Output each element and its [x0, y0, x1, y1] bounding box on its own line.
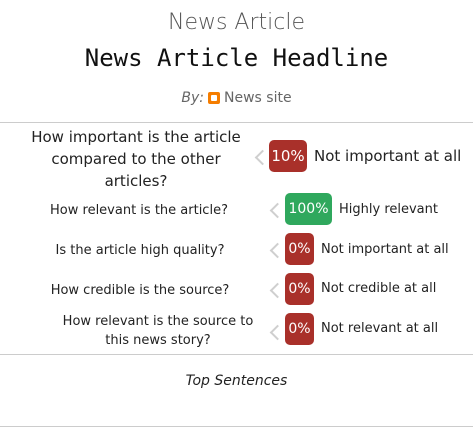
article-header: News Article News Article Headline By: Ne… — [0, 0, 473, 122]
rating-answer: Not important at all — [321, 242, 449, 257]
header-divider — [0, 122, 473, 123]
top-sentences-heading: Top Sentences — [185, 373, 288, 389]
rating-answer: Not credible at all — [321, 281, 437, 296]
rating-row-quality: Is the article high quality? 0% Not impo… — [0, 230, 473, 270]
rating-question: How credible is the source? — [50, 283, 230, 298]
by-label: By: — [181, 90, 205, 106]
blogger-icon — [208, 92, 221, 104]
rating-answer: Not relevant at all — [321, 321, 439, 336]
rating-question: How relevant is the source to this news … — [62, 314, 254, 348]
byline: By: News site — [0, 90, 473, 106]
section-title: News Article — [167, 10, 306, 35]
rating-question: How relevant is the article? — [50, 203, 228, 218]
chevron-left-icon[interactable] — [269, 202, 286, 219]
rating-row-importance: How important is the article compared to… — [0, 124, 473, 190]
chevron-left-icon[interactable] — [269, 324, 286, 341]
chevron-left-icon[interactable] — [254, 149, 271, 166]
rating-row-source-relevance: How relevant is the source to this news … — [0, 310, 473, 354]
rating-score-badge: 100% — [285, 193, 332, 225]
chevron-left-icon[interactable] — [269, 282, 286, 299]
rating-score-badge: 0% — [285, 313, 314, 345]
rating-score-badge: 0% — [285, 273, 314, 305]
article-headline: News Article Headline — [84, 44, 389, 72]
rating-score-badge: 0% — [285, 233, 314, 265]
rating-row-relevance: How relevant is the article? 100% Highly… — [0, 190, 473, 230]
rating-answer: Not important at all — [314, 147, 462, 165]
rating-score-badge: 10% — [269, 140, 307, 172]
rating-row-credibility: How credible is the source? 0% Not credi… — [0, 270, 473, 310]
rating-question: How important is the article compared to… — [31, 128, 241, 190]
rating-answer: Highly relevant — [339, 202, 438, 217]
site-name[interactable]: News site — [224, 90, 292, 106]
rating-question: Is the article high quality? — [55, 243, 225, 258]
chevron-left-icon[interactable] — [269, 242, 286, 259]
ratings-divider — [0, 354, 473, 355]
footer-divider — [0, 426, 473, 427]
